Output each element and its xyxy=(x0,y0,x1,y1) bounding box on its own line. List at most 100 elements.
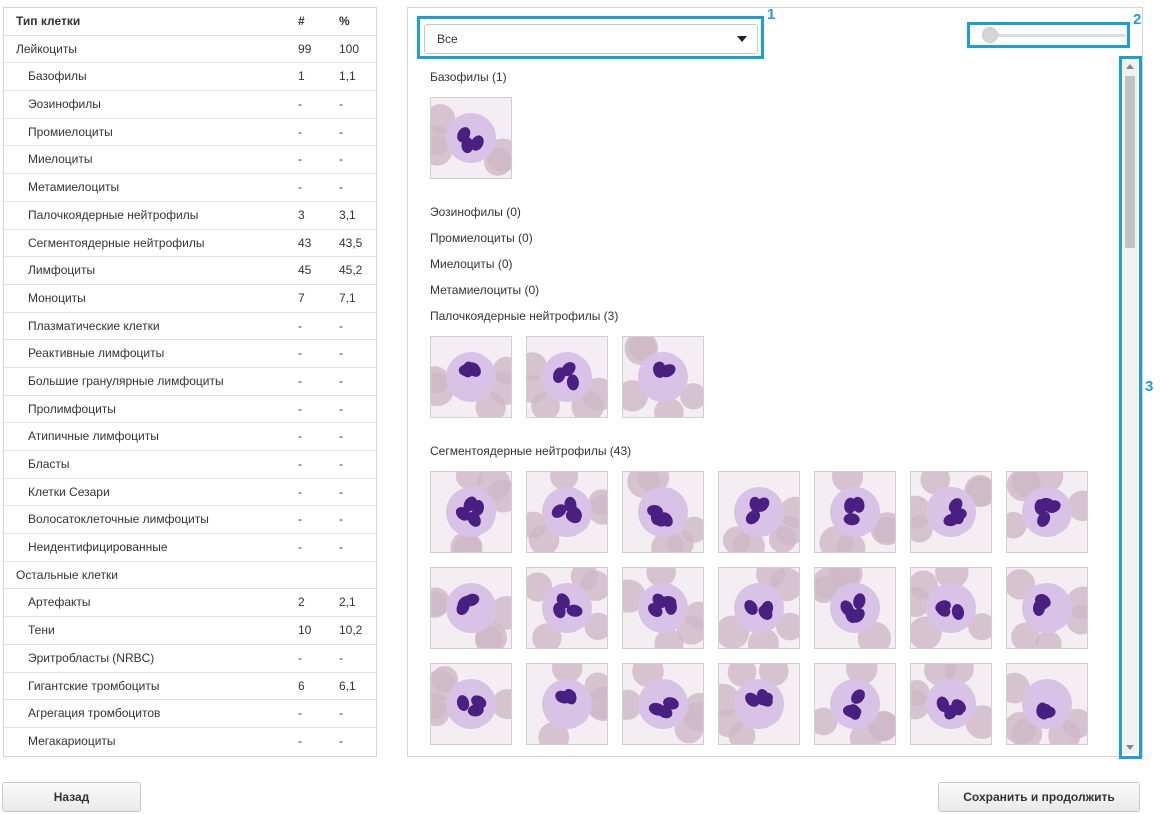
save-and-continue-button[interactable]: Сохранить и продолжить xyxy=(938,782,1140,812)
table-row: Базофилы 1 1,1 xyxy=(4,63,376,92)
cell-thumbnail[interactable] xyxy=(910,567,992,649)
cell-thumbnail[interactable] xyxy=(526,663,608,745)
table-row: Пролимфоциты - - xyxy=(4,396,376,424)
cell-thumbnail[interactable] xyxy=(430,663,512,745)
cell-percent: - xyxy=(339,373,343,388)
header-percent: % xyxy=(339,14,350,28)
table-row: Клетки Сезари - - xyxy=(4,479,376,507)
cell-type-name: Сегментоядерные нейтрофилы xyxy=(28,235,205,250)
annotation-box-scrollbar xyxy=(1119,56,1142,759)
gallery-section-title: Миелоциты (0) xyxy=(430,257,513,271)
table-row: Эозинофилы - - xyxy=(4,91,376,119)
cell-thumbnail[interactable] xyxy=(718,663,800,745)
table-row: Остальные клетки xyxy=(4,562,376,590)
cell-type-name: Промиелоциты xyxy=(28,124,113,139)
cell-thumbnail[interactable] xyxy=(910,471,992,553)
cell-thumbnail[interactable] xyxy=(1006,567,1088,649)
cell-thumbnail[interactable] xyxy=(814,567,896,649)
gallery-section-title: Эозинофилы (0) xyxy=(430,205,521,219)
annotation-label-3: 3 xyxy=(1145,378,1154,395)
cell-percent: 6,1 xyxy=(339,678,356,693)
table-row: Промиелоциты - - xyxy=(4,119,376,147)
cell-percent: - xyxy=(339,512,343,527)
cell-percent: 10,2 xyxy=(339,623,363,638)
cell-gallery-panel: Все Базофилы (1) Эозинофилы (0) Промиелоци… xyxy=(407,7,1143,757)
cell-type-name: Атипичные лимфоциты xyxy=(28,429,159,444)
table-row: Эритробласты (NRBC) - - xyxy=(4,645,376,673)
cell-type-name: Мегакариоциты xyxy=(28,733,116,748)
cell-count: - xyxy=(298,457,302,471)
table-row: Лимфоциты 45 45,2 xyxy=(4,257,376,285)
gallery-section-title: Сегментоядерные нейтрофилы (43) xyxy=(430,444,632,458)
cell-percent: 45,2 xyxy=(339,263,363,278)
gallery-section-title: Метамиелоциты (0) xyxy=(430,283,540,297)
cell-thumbnail[interactable] xyxy=(526,471,608,553)
cell-thumbnail[interactable] xyxy=(1006,471,1088,553)
cell-count: - xyxy=(298,733,302,748)
cell-thumbnail[interactable] xyxy=(1006,663,1088,745)
table-row: Агрегация тромбоцитов - - xyxy=(4,700,376,728)
cell-thumbnail[interactable] xyxy=(718,567,800,649)
cell-type-name: Реактивные лимфоциты xyxy=(28,346,165,361)
table-row: Неидентифицированные - - xyxy=(4,534,376,562)
back-button[interactable]: Назад xyxy=(2,782,141,812)
cell-count: - xyxy=(298,346,302,361)
cell-thumbnail[interactable] xyxy=(622,663,704,745)
cell-thumbnail[interactable] xyxy=(718,471,800,553)
cell-thumbnail[interactable] xyxy=(622,336,704,418)
cell-thumbnail[interactable] xyxy=(814,471,896,553)
cell-percent: - xyxy=(339,401,343,416)
cell-count: - xyxy=(298,124,302,139)
cell-thumbnail[interactable] xyxy=(622,567,704,649)
cell-type-name: Тени xyxy=(28,623,55,638)
table-row: Миелоциты - - xyxy=(4,146,376,175)
cell-percent: - xyxy=(339,540,343,555)
table-row: Волосатоклеточные лимфоциты - - xyxy=(4,506,376,535)
cell-thumbnail[interactable] xyxy=(430,97,512,179)
cell-thumbnail[interactable] xyxy=(814,663,896,745)
cell-count: 45 xyxy=(298,263,312,278)
cell-type-name: Агрегация тромбоцитов xyxy=(28,706,161,721)
annotation-box-slider xyxy=(967,22,1130,48)
gallery-section-title: Промиелоциты (0) xyxy=(430,231,533,245)
cell-percent: - xyxy=(339,152,343,167)
table-row: Мегакариоциты - - xyxy=(4,728,376,756)
cell-type-name: Пролимфоциты xyxy=(28,401,116,416)
cell-percent: - xyxy=(339,650,343,665)
table-row: Моноциты 7 7,1 xyxy=(4,285,376,313)
gallery-section-title: Палочкоядерные нейтрофилы (3) xyxy=(430,309,619,323)
cell-percent: - xyxy=(339,706,343,721)
cell-type-name: Гигантские тромбоциты xyxy=(28,678,160,693)
cell-count: - xyxy=(298,512,302,527)
cell-type-name: Бласты xyxy=(28,457,70,471)
cell-type-name: Волосатоклеточные лимфоциты xyxy=(28,512,209,527)
cell-type-name: Клетки Сезари xyxy=(28,484,110,499)
cell-thumbnail[interactable] xyxy=(430,336,512,418)
cell-percent: 2,1 xyxy=(339,595,356,610)
cell-percent: - xyxy=(339,484,343,499)
table-row: Артефакты 2 2,1 xyxy=(4,589,376,618)
table-row: Лейкоциты 99 100 xyxy=(4,36,376,64)
cell-count: 6 xyxy=(298,678,305,693)
table-row: Атипичные лимфоциты - - xyxy=(4,423,376,451)
cell-count: - xyxy=(298,180,302,195)
cell-percent: - xyxy=(339,318,343,333)
table-row: Палочкоядерные нейтрофилы 3 3,1 xyxy=(4,202,376,230)
cell-thumbnail[interactable] xyxy=(622,471,704,553)
cell-type-name: Артефакты xyxy=(28,595,91,610)
cell-thumbnail[interactable] xyxy=(430,567,512,649)
cell-type-name: Лейкоциты xyxy=(16,41,78,56)
cell-type-name: Метамиелоциты xyxy=(28,180,120,195)
cell-count: 7 xyxy=(298,290,305,305)
table-row: Плазматические клетки - - xyxy=(4,313,376,341)
cell-thumbnail[interactable] xyxy=(526,567,608,649)
cell-percent: - xyxy=(339,457,343,471)
cell-type-name: Эритробласты (NRBC) xyxy=(28,650,155,665)
cell-thumbnail[interactable] xyxy=(430,471,512,553)
cell-thumbnail[interactable] xyxy=(526,336,608,418)
cell-thumbnail[interactable] xyxy=(910,663,992,745)
cell-count: - xyxy=(298,373,302,388)
cell-count: - xyxy=(298,318,302,333)
cell-count: 10 xyxy=(298,623,312,638)
cell-percent: 7,1 xyxy=(339,290,356,305)
